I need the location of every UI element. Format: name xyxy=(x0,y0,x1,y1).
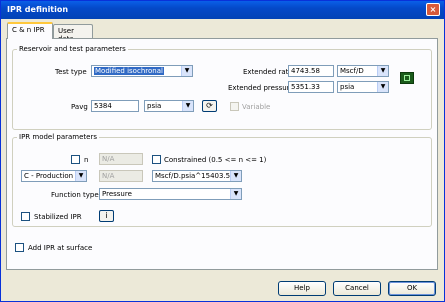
title-bar: IPR definition xyxy=(1,1,444,19)
extended-rate-unit-select[interactable]: Mscf/D ▼ xyxy=(337,65,389,77)
test-type-label: Test type xyxy=(55,68,87,76)
pavg-unit-select[interactable]: psia ▼ xyxy=(144,100,194,112)
calculator-icon[interactable] xyxy=(400,72,414,84)
add-ipr-surface-checkbox[interactable] xyxy=(15,243,24,252)
function-type-label: Function type xyxy=(51,191,99,199)
variable-checkbox[interactable] xyxy=(230,102,239,111)
window-title: IPR definition xyxy=(7,5,69,14)
extended-rate-unit: Mscf/D xyxy=(340,67,364,75)
cancel-button[interactable]: Cancel xyxy=(333,281,381,296)
tab-panel: Reservoir and test parameters Test type … xyxy=(6,38,438,270)
c-unit: Mscf/D.psia^15403.5 xyxy=(155,172,231,180)
test-type-select[interactable]: Modified isochronal ▼ xyxy=(91,65,193,77)
constrained-label: Constrained (0.5 <= n <= 1) xyxy=(164,156,267,164)
n-label: n xyxy=(84,156,89,164)
variable-label: Variable xyxy=(242,103,271,111)
chevron-down-icon: ▼ xyxy=(377,66,388,76)
extended-pressure-input[interactable]: 5351.33 xyxy=(288,81,334,93)
c-unit-select[interactable]: Mscf/D.psia^15403.5 ▼ xyxy=(152,170,242,182)
extended-pressure-label: Extended pressure xyxy=(228,84,294,92)
help-button[interactable]: Help xyxy=(278,281,326,296)
chevron-down-icon: ▼ xyxy=(377,82,388,92)
c-input[interactable]: N/A xyxy=(99,170,143,182)
info-icon: i xyxy=(105,211,108,220)
info-button[interactable]: i xyxy=(99,210,114,222)
close-button[interactable]: × xyxy=(426,3,440,16)
test-type-value: Modified isochronal xyxy=(94,67,164,75)
stabilized-ipr-label: Stabilized IPR xyxy=(34,213,82,221)
c-type-value: C - Production xyxy=(24,172,74,180)
chevron-down-icon: ▼ xyxy=(230,171,241,181)
extended-pressure-unit: psia xyxy=(340,83,355,91)
constrained-checkbox[interactable] xyxy=(152,155,161,164)
reservoir-group-title: Reservoir and test parameters xyxy=(17,45,128,53)
n-checkbox[interactable] xyxy=(71,155,80,164)
ipr-definition-dialog: IPR definition × C & n IPR User data Res… xyxy=(0,0,445,302)
chevron-down-icon: ▼ xyxy=(182,101,193,111)
function-type-value: Pressure xyxy=(102,190,132,198)
calculator-icon-grid xyxy=(404,75,410,81)
add-ipr-surface-label: Add IPR at surface xyxy=(28,244,93,252)
chevron-down-icon: ▼ xyxy=(181,66,192,76)
model-group-title: IPR model parameters xyxy=(17,133,99,141)
chevron-down-icon: ▼ xyxy=(230,189,241,199)
tab-user-data[interactable]: User data xyxy=(53,24,93,43)
extended-rate-input[interactable]: 4743.58 xyxy=(288,65,334,77)
pavg-label: Pavg xyxy=(71,103,88,111)
extended-pressure-unit-select[interactable]: psia ▼ xyxy=(337,81,389,93)
function-type-select[interactable]: Pressure ▼ xyxy=(99,188,242,200)
pavg-input[interactable]: 5384 xyxy=(91,100,139,112)
chevron-down-icon: ▼ xyxy=(75,171,86,181)
refresh-button[interactable]: ⟳ xyxy=(202,100,217,112)
extended-rate-label: Extended rate xyxy=(243,68,293,76)
c-type-select[interactable]: C - Production ▼ xyxy=(21,170,87,182)
refresh-icon: ⟳ xyxy=(206,101,213,110)
tab-c-n-ipr[interactable]: C & n IPR xyxy=(7,22,53,39)
ok-button[interactable]: OK xyxy=(388,281,436,296)
pavg-unit: psia xyxy=(147,102,162,110)
stabilized-ipr-checkbox[interactable] xyxy=(21,212,30,221)
n-input[interactable]: N/A xyxy=(99,153,143,165)
